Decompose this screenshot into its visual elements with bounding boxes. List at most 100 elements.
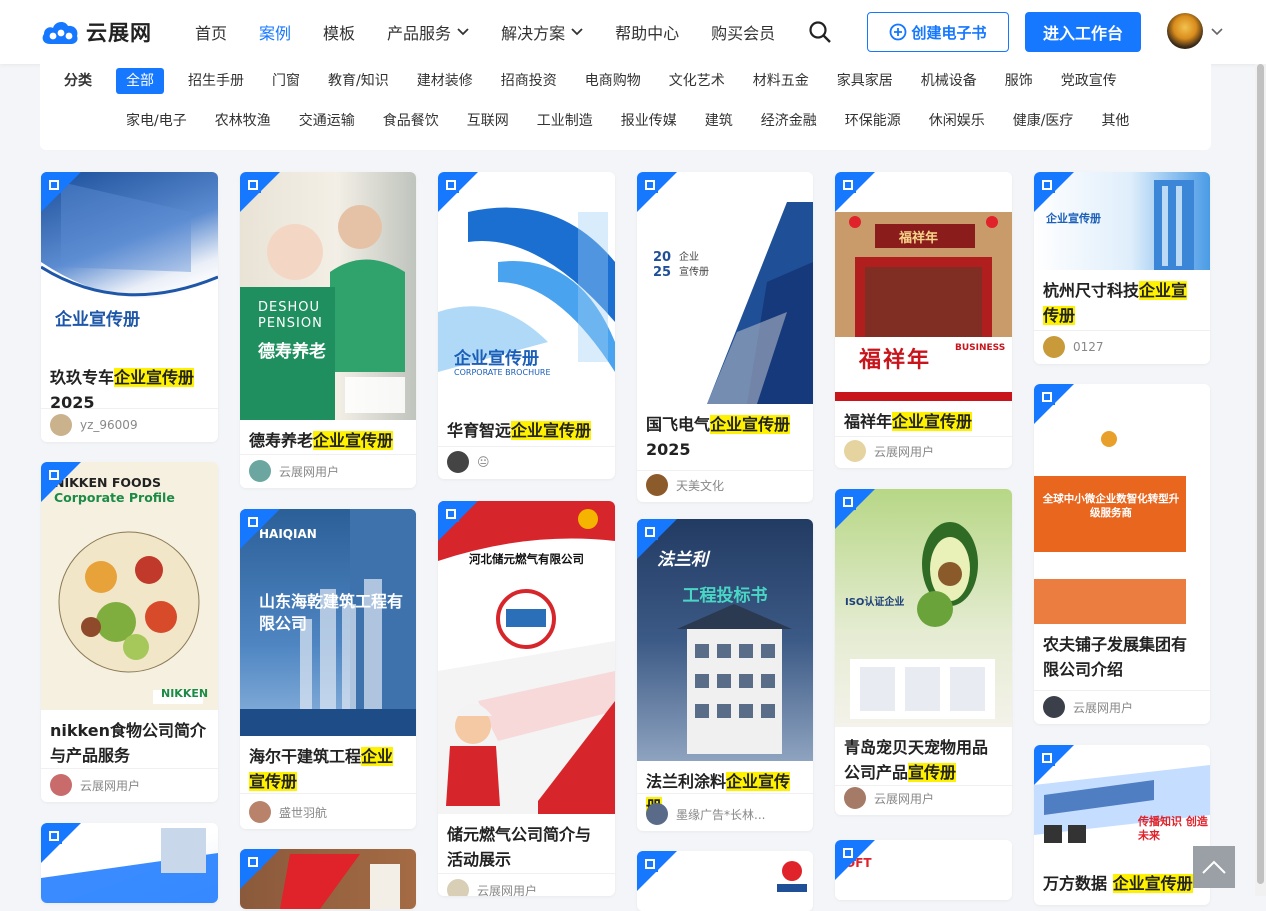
author-avatar bbox=[1043, 696, 1065, 718]
category-item[interactable]: 电商购物 bbox=[585, 68, 641, 94]
case-card[interactable]: 企业宣传册 杭州尺寸科技企业宣传册 0127 bbox=[1034, 172, 1210, 364]
case-card[interactable]: ISO认证企业 青岛宠贝天宠物用品公司产品宣传册 云展网用户 bbox=[835, 489, 1012, 815]
category-item[interactable]: 材料五金 bbox=[753, 68, 809, 94]
nav-solutions[interactable]: 解决方案 bbox=[501, 20, 583, 44]
cover-text: 传播知识 创造未来 bbox=[1138, 815, 1208, 842]
category-item[interactable]: 家具家居 bbox=[837, 68, 893, 94]
author-name: 云展网用户 bbox=[477, 883, 538, 897]
qr-code-icon bbox=[443, 506, 459, 522]
category-item[interactable]: 招商投资 bbox=[501, 68, 557, 94]
chevron-down-icon[interactable] bbox=[1211, 28, 1223, 36]
category-row-1: 全部 招生手册 门窗 教育/知识 建材装修 招商投资 电商购物 文化艺术 材料五金 家具家居 机械设… bbox=[116, 68, 1145, 94]
qr-code-icon bbox=[840, 494, 856, 510]
case-card[interactable]: 法兰利 工程投标书 法兰利涂料企业宣传册 墨缘广告*长林... bbox=[637, 519, 813, 831]
card-author: 云展网用户 bbox=[50, 774, 140, 796]
card-title: nikken食物公司简介与产品服务 bbox=[50, 721, 206, 765]
category-item[interactable]: 教育/知识 bbox=[328, 68, 389, 94]
case-card[interactable]: 福祥年 福祥年 BUSINESS 福祥年企业宣传册 云展网用户 bbox=[835, 172, 1012, 468]
nav-templates[interactable]: 模板 bbox=[323, 20, 355, 44]
search-icon[interactable] bbox=[808, 20, 832, 44]
category-item[interactable]: 其他 bbox=[1101, 108, 1129, 134]
category-item[interactable]: 全部 bbox=[116, 68, 164, 94]
case-card[interactable]: 企业宣传册 CORPORATE BROCHURE 华育智远企业宣传册 😐 bbox=[438, 172, 615, 479]
category-item[interactable]: 服饰 bbox=[1005, 68, 1033, 94]
case-card[interactable] bbox=[637, 851, 813, 911]
case-card[interactable]: 全球中小微企业数智化转型升级服务商 农夫铺子发展集团有限公司介绍 云展网用户 bbox=[1034, 384, 1210, 724]
card-title: 玖玖专车企业宣传册 2025 bbox=[50, 368, 195, 412]
category-item[interactable]: 食品餐饮 bbox=[383, 108, 439, 134]
category-item[interactable]: 建筑 bbox=[705, 108, 733, 134]
nav-label: 帮助中心 bbox=[615, 24, 680, 43]
card-cover bbox=[240, 849, 416, 909]
nav-help[interactable]: 帮助中心 bbox=[615, 20, 679, 44]
avatar[interactable] bbox=[1167, 13, 1203, 49]
card-author: 😐 bbox=[447, 451, 490, 473]
case-card[interactable] bbox=[41, 823, 218, 903]
card-author: 墨缘广告*长林... bbox=[646, 803, 765, 825]
scrollbar-thumb[interactable] bbox=[1257, 64, 1264, 884]
scrollbar[interactable] bbox=[1255, 64, 1266, 896]
card-title: 福祥年企业宣传册 bbox=[844, 412, 973, 431]
category-item[interactable]: 党政宣传 bbox=[1061, 68, 1117, 94]
back-to-top-button[interactable] bbox=[1193, 846, 1235, 888]
nav-cases[interactable]: 案例 bbox=[259, 20, 291, 44]
category-item[interactable]: 交通运输 bbox=[299, 108, 355, 134]
case-card[interactable]: OFT bbox=[835, 840, 1012, 900]
category-item[interactable]: 门窗 bbox=[272, 68, 300, 94]
author-name: yz_96009 bbox=[80, 418, 138, 432]
nav-home[interactable]: 首页 bbox=[195, 20, 227, 44]
category-item[interactable]: 健康/医疗 bbox=[1013, 108, 1074, 134]
category-item[interactable]: 休闲娱乐 bbox=[929, 108, 985, 134]
category-item[interactable]: 建材装修 bbox=[417, 68, 473, 94]
author-name: 云展网用户 bbox=[279, 464, 340, 479]
create-ebook-label: 创建电子书 bbox=[911, 23, 987, 42]
enter-workspace-label: 进入工作台 bbox=[1042, 24, 1123, 43]
logo-text: 云展网 bbox=[86, 21, 152, 45]
cover-text: 德寿养老 bbox=[258, 342, 326, 362]
card-cover: 20 25 企业 宣传册 bbox=[637, 172, 813, 404]
plus-circle-icon bbox=[890, 23, 907, 41]
card-author: 云展网用户 bbox=[844, 440, 934, 462]
category-item[interactable]: 经济金融 bbox=[761, 108, 817, 134]
category-item[interactable]: 环保能源 bbox=[845, 108, 901, 134]
case-card[interactable] bbox=[240, 849, 416, 909]
card-author: 0127 bbox=[1043, 336, 1104, 358]
case-card[interactable]: NIKKEN FOODS Corporate Profile NIKKEN nik… bbox=[41, 462, 218, 802]
card-author: 云展网用户 bbox=[844, 787, 934, 809]
author-name: 盛世羽航 bbox=[279, 805, 328, 820]
cover-text: 福祥年 bbox=[859, 348, 932, 373]
card-cover: 传播知识 创造未来 bbox=[1034, 745, 1210, 863]
card-author: 盛世羽航 bbox=[249, 801, 327, 823]
qr-code-icon bbox=[642, 856, 658, 872]
enter-workspace-button[interactable]: 进入工作台 bbox=[1025, 12, 1141, 52]
nav-membership[interactable]: 购买会员 bbox=[711, 20, 775, 44]
category-item[interactable]: 农林牧渔 bbox=[215, 108, 271, 134]
category-item[interactable]: 工业制造 bbox=[537, 108, 593, 134]
card-author: 云展网用户 bbox=[249, 460, 339, 482]
category-item[interactable]: 互联网 bbox=[467, 108, 509, 134]
case-card[interactable]: 河北储元燃气有限公司 储元燃气公司简介与活动展示 云展网用户 bbox=[438, 501, 615, 896]
case-card[interactable]: 传播知识 创造未来 万方数据 企业宣传册 bbox=[1034, 745, 1210, 905]
category-item[interactable]: 家电/电子 bbox=[126, 108, 187, 134]
create-ebook-button[interactable]: 创建电子书 bbox=[867, 12, 1009, 52]
case-card[interactable]: 企业宣传册 玖玖专车企业宣传册 2025 yz_96009 bbox=[41, 172, 218, 442]
chevron-down-icon bbox=[457, 28, 469, 36]
category-item[interactable]: 文化艺术 bbox=[669, 68, 725, 94]
case-card[interactable]: DESHOU PENSION 德寿养老 德寿养老企业宣传册 云展网用户 bbox=[240, 172, 416, 488]
site-logo[interactable]: 云展网 bbox=[40, 17, 152, 47]
nav-products[interactable]: 产品服务 bbox=[387, 20, 469, 44]
card-title: 青岛宠贝天宠物用品公司产品宣传册 bbox=[844, 738, 989, 782]
chevron-up-icon bbox=[1202, 860, 1226, 874]
category-item[interactable]: 招生手册 bbox=[188, 68, 244, 94]
nav-label: 解决方案 bbox=[501, 24, 566, 43]
card-cover bbox=[41, 823, 218, 903]
category-item[interactable]: 机械设备 bbox=[921, 68, 977, 94]
case-card[interactable]: 20 25 企业 宣传册 国飞电气企业宣传册 2025 天美文化 bbox=[637, 172, 813, 502]
author-avatar bbox=[1043, 336, 1065, 358]
qr-code-icon bbox=[245, 514, 261, 530]
category-item[interactable]: 报业传媒 bbox=[621, 108, 677, 134]
cover-text: 全球中小微企业数智化转型升级服务商 bbox=[1042, 493, 1180, 519]
case-card[interactable]: HAIQIAN 山东海乾建筑工程有限公司 海尔干建筑工程企业宣传册 盛世羽航 bbox=[240, 509, 416, 829]
author-avatar bbox=[646, 803, 668, 825]
author-name: 云展网用户 bbox=[874, 444, 935, 459]
